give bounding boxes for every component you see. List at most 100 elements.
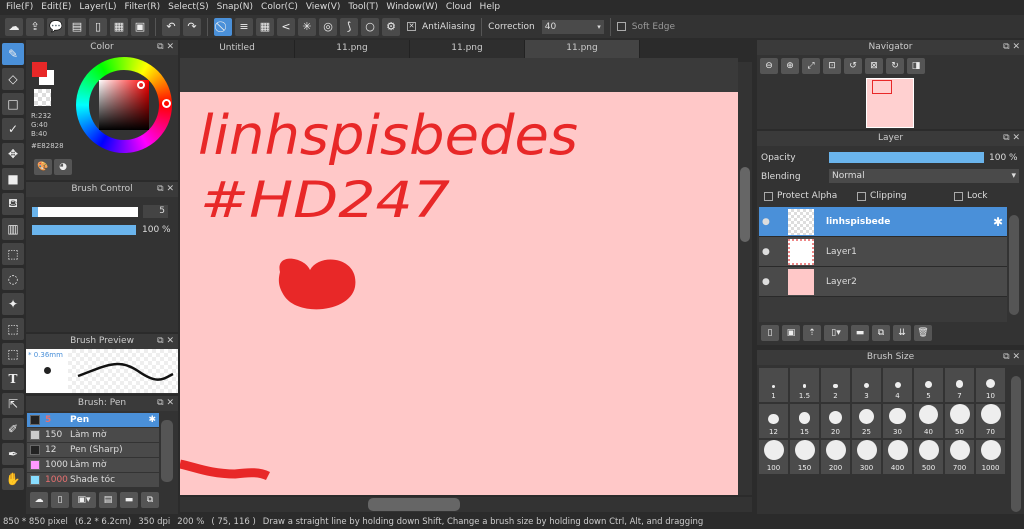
folder-icon[interactable]: ▬ [120,492,138,508]
brush-size-option[interactable]: 1 [759,368,788,402]
hue-cursor[interactable] [162,99,171,108]
add-layer-menu-icon[interactable]: ▯▾ [824,325,848,341]
tab-untitled[interactable]: Untitled [180,40,295,58]
panel-close-icon[interactable]: ⧉ ✕ [157,40,174,55]
lasso-tool-icon[interactable]: ◌ [2,268,24,290]
brush-size-option[interactable]: 40 [914,404,943,438]
panel-close-icon[interactable]: ⧉ ✕ [1003,131,1020,146]
panel-close-icon[interactable]: ⧉ ✕ [157,396,174,411]
color-history-icon[interactable]: ◕ [54,159,72,175]
menu-snap[interactable]: Snap(N) [215,0,259,15]
visibility-icon[interactable]: ● [762,217,776,227]
brush-item[interactable]: 1000 Làm mờ [27,458,159,473]
brush-size-option[interactable]: 3 [852,368,881,402]
brush-size-option[interactable]: 1.5 [790,368,819,402]
fill-rect-tool-icon[interactable]: ■ [2,168,24,190]
delete-layer-icon[interactable]: 🗑 [914,325,932,341]
menu-file[interactable]: File(F) [4,0,39,15]
menu-view[interactable]: View(V) [304,0,347,15]
duplicate-layer-icon[interactable]: ⧉ [872,325,890,341]
fit-icon[interactable]: ⤢ [802,58,820,74]
brush-item[interactable]: 5 Pen ✱ [27,413,159,428]
panel-close-icon[interactable]: ⧉ ✕ [157,182,174,197]
operation-tool-icon[interactable]: ⇱ [2,393,24,415]
message-icon[interactable]: ▤ [68,17,86,36]
brush-size-option[interactable]: 20 [821,404,850,438]
correction-select[interactable]: 40 ▾ [541,19,604,34]
brush-item[interactable]: 1000 Shade tóc [27,473,159,488]
menu-window[interactable]: Window(W) [384,0,443,15]
brush-size-option[interactable]: 300 [852,440,881,474]
sv-cursor[interactable] [137,81,145,89]
zoom-in-icon[interactable]: ⊕ [781,58,799,74]
duplicate-icon[interactable]: ⧉ [141,492,159,508]
snap-parallel-icon[interactable]: ≡ [235,17,253,36]
new-brush-icon[interactable]: ▯ [51,492,69,508]
vertical-scrollbar[interactable] [738,62,752,495]
rotate-right-icon[interactable]: ↻ [886,58,904,74]
brush-size-option[interactable]: 100 [759,440,788,474]
protect-alpha-checkbox[interactable] [764,191,773,201]
folder-icon[interactable]: ▬ [851,325,869,341]
gear-icon[interactable]: ✱ [993,215,1007,229]
snap-off-icon[interactable]: ⃠ [214,17,232,36]
layer-scrollbar[interactable] [1009,215,1019,315]
tab-11-png[interactable]: 11.png [410,40,525,58]
reset-rotate-icon[interactable]: ⊠ [865,58,883,74]
flip-icon[interactable]: ◨ [907,58,925,74]
divide-tool-icon[interactable]: ✐ [2,418,24,440]
brush-list-scrollbar[interactable] [161,420,173,482]
table-icon[interactable]: ▦ [110,17,128,36]
panel-icon[interactable]: ▣ [131,17,149,36]
select-pen-tool-icon[interactable]: ⬚ [2,318,24,340]
gradient-tool-icon[interactable]: ▥ [2,218,24,240]
undo-icon[interactable]: ↶ [162,17,180,36]
brush-size-option[interactable]: 150 [790,440,819,474]
blending-select[interactable]: Normal ▾ [829,169,1019,183]
panel-close-icon[interactable]: ⧉ ✕ [157,334,174,349]
horizontal-scrollbar[interactable] [180,497,752,512]
palette-icon[interactable]: 🎨 [34,159,52,175]
drawing-canvas[interactable]: linhspisbedes #HD247 [180,92,738,495]
primary-color-swatch[interactable] [32,62,47,77]
clipping-checkbox[interactable] [857,191,866,201]
layer-row[interactable]: ● linhspisbede ✱ [759,207,1007,237]
merge-layer-icon[interactable]: ⇊ [893,325,911,341]
eraser-tool-icon[interactable]: ◇ [2,68,24,90]
tab-11-png-active[interactable]: 11.png [525,40,640,58]
text-tool-icon[interactable]: T [2,368,24,390]
antialiasing-checkbox[interactable]: ✕ [407,22,416,31]
brush-size-option[interactable]: 25 [852,404,881,438]
magic-wand-tool-icon[interactable]: ✦ [2,293,24,315]
snap-perspective-icon[interactable]: < [277,17,295,36]
tab-11-png[interactable]: 11.png [295,40,410,58]
brush-opacity-slider[interactable] [32,225,136,235]
brush-size-option[interactable]: 7 [945,368,974,402]
brush-size-option[interactable]: 2 [821,368,850,402]
brush-size-option[interactable]: 700 [945,440,974,474]
navigator-thumbnail[interactable] [866,78,914,128]
transparent-color-swatch[interactable] [34,89,51,106]
brush-size-scrollbar[interactable] [1011,376,1021,512]
actual-size-icon[interactable]: ⊡ [823,58,841,74]
menu-color[interactable]: Color(C) [259,0,304,15]
panel-close-icon[interactable]: ⧉ ✕ [1003,350,1020,365]
menu-help[interactable]: Help [478,0,507,15]
menu-filter[interactable]: Filter(R) [123,0,167,15]
gear-icon[interactable]: ✱ [148,415,159,425]
select-eraser-tool-icon[interactable]: ⬚ [2,343,24,365]
brush-size-option[interactable]: 500 [914,440,943,474]
brush-size-slider[interactable] [32,207,138,217]
import-layer-icon[interactable]: ⇡ [803,325,821,341]
move-tool-icon[interactable]: ✥ [2,143,24,165]
lock-checkbox[interactable] [954,191,963,201]
cloud-icon[interactable]: ☁ [5,17,23,36]
brush-size-option[interactable]: 15 [790,404,819,438]
bucket-tool-icon[interactable]: ⛾ [2,193,24,215]
brush-size-option[interactable]: 10 [976,368,1005,402]
layer-row[interactable]: ● Layer1 [759,237,1007,267]
new-layer-icon[interactable]: ▯ [761,325,779,341]
snap-curve-icon[interactable]: ⟆ [340,17,358,36]
zoom-out-icon[interactable]: ⊖ [760,58,778,74]
brush-size-value[interactable]: 5 [143,205,168,218]
